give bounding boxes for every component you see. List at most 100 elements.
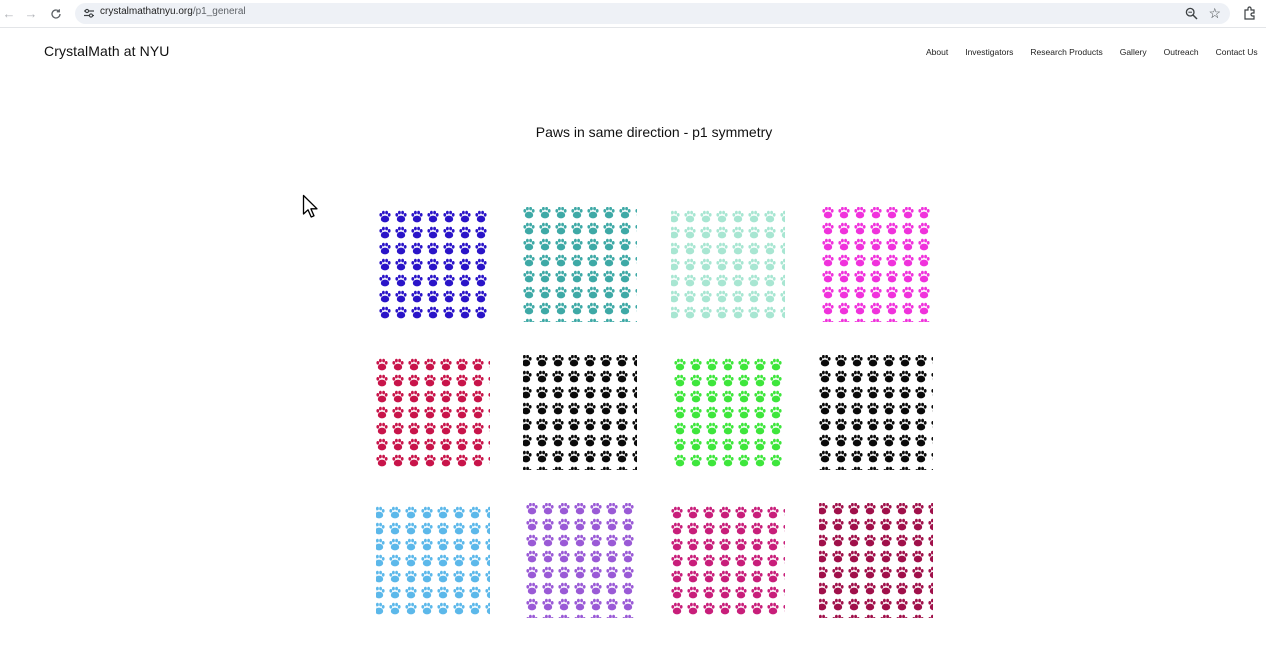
paw-print-icon xyxy=(558,534,570,547)
paw-pattern-tile[interactable] xyxy=(523,207,637,322)
paw-print-icon xyxy=(619,302,631,315)
paw-pattern-tile[interactable] xyxy=(671,355,785,470)
paw-print-icon xyxy=(854,254,866,267)
paw-print-icon xyxy=(671,554,683,567)
paw-print-icon xyxy=(671,586,683,599)
paw-print-icon xyxy=(854,238,866,251)
paw-print-icon xyxy=(619,318,631,322)
paw-pattern-tile[interactable] xyxy=(819,503,933,618)
paw-print-icon xyxy=(819,466,831,470)
paw-print-icon xyxy=(754,374,766,387)
paw-print-icon xyxy=(822,238,834,251)
paw-print-icon xyxy=(687,586,699,599)
paw-print-icon xyxy=(732,290,744,303)
paw-print-icon xyxy=(523,238,535,251)
paw-print-icon xyxy=(732,242,744,255)
paw-pattern-tile[interactable] xyxy=(523,355,637,470)
paw-print-icon xyxy=(912,598,924,611)
paw-print-icon xyxy=(867,450,879,463)
paw-pattern-tile[interactable] xyxy=(376,355,490,470)
paw-print-icon xyxy=(767,506,779,519)
nav-contact-us[interactable]: Contact Us xyxy=(1216,47,1258,57)
paw-print-icon xyxy=(568,418,580,431)
paw-print-icon xyxy=(526,566,538,579)
nav-about[interactable]: About xyxy=(926,47,948,57)
paw-print-icon xyxy=(899,402,911,415)
paw-print-icon xyxy=(687,554,699,567)
paw-print-icon xyxy=(912,534,924,547)
paw-print-icon xyxy=(539,254,551,267)
paw-print-icon xyxy=(767,570,779,583)
paw-print-icon xyxy=(389,570,401,583)
paw-print-icon xyxy=(389,554,401,567)
paw-pattern-tile[interactable] xyxy=(523,503,637,618)
paw-print-icon xyxy=(684,210,696,223)
paw-print-icon xyxy=(832,566,844,579)
paw-pattern-tile[interactable] xyxy=(376,207,490,322)
back-arrow-icon[interactable]: ← xyxy=(0,5,18,23)
paw-print-icon xyxy=(886,207,898,219)
paw-print-icon xyxy=(600,370,612,383)
paw-print-icon xyxy=(568,386,580,399)
paw-print-icon xyxy=(700,210,712,223)
extensions-icon[interactable] xyxy=(1243,6,1257,20)
paw-print-icon xyxy=(555,254,567,267)
paw-print-icon xyxy=(392,390,404,403)
reload-icon[interactable] xyxy=(47,5,65,23)
paw-pattern-tile[interactable] xyxy=(671,207,785,322)
zoom-icon[interactable] xyxy=(1185,7,1198,20)
paw-print-icon xyxy=(748,290,760,303)
paw-pattern-tile[interactable] xyxy=(819,355,933,470)
site-info-icon[interactable] xyxy=(83,7,95,19)
paw-print-icon xyxy=(440,358,452,371)
paw-print-icon xyxy=(764,290,776,303)
paw-print-icon xyxy=(437,538,449,551)
paw-print-icon xyxy=(456,358,468,371)
paw-print-icon xyxy=(716,290,728,303)
paw-print-icon xyxy=(880,503,892,515)
bookmark-star-icon[interactable]: ☆ xyxy=(1208,5,1221,21)
paw-print-icon xyxy=(783,541,785,549)
paw-print-icon xyxy=(883,370,895,383)
paw-print-icon xyxy=(587,207,599,219)
address-bar[interactable]: crystalmathatnyu.org/p1_general ☆ xyxy=(75,3,1230,24)
forward-arrow-icon[interactable]: → xyxy=(22,5,40,23)
paw-pattern-tile[interactable] xyxy=(819,207,933,322)
paw-print-icon xyxy=(886,270,898,283)
paw-print-icon xyxy=(523,318,535,322)
paw-print-icon xyxy=(427,274,439,287)
paw-print-icon xyxy=(880,550,892,563)
paw-print-icon xyxy=(558,598,570,611)
browser-toolbar: ← → crystalmathatnyu.org/p1_general ☆ xyxy=(0,0,1266,28)
paw-print-icon xyxy=(408,374,420,387)
paw-print-icon xyxy=(424,438,436,451)
paw-print-icon xyxy=(870,270,882,283)
paw-print-icon xyxy=(896,518,908,531)
paw-print-icon xyxy=(912,582,924,595)
paw-print-icon xyxy=(819,534,828,547)
paw-print-icon xyxy=(395,306,407,319)
paw-print-icon xyxy=(603,207,615,219)
paw-print-icon xyxy=(867,402,879,415)
paw-pattern-tile[interactable] xyxy=(671,503,785,618)
nav-investigators[interactable]: Investigators xyxy=(965,47,1013,57)
paw-print-icon xyxy=(411,210,423,223)
paw-print-icon xyxy=(767,602,779,615)
paw-print-icon xyxy=(832,503,844,515)
nav-outreach[interactable]: Outreach xyxy=(1164,47,1199,57)
paw-print-icon xyxy=(427,258,439,271)
paw-print-icon xyxy=(453,522,465,535)
paw-print-icon xyxy=(883,402,895,415)
paw-pattern-tile[interactable] xyxy=(376,503,490,618)
paw-print-icon xyxy=(584,434,596,447)
paw-print-icon xyxy=(568,466,580,470)
paw-print-icon xyxy=(485,538,490,551)
paw-print-icon xyxy=(886,222,898,235)
paw-print-icon xyxy=(864,598,876,611)
paw-print-icon xyxy=(732,258,744,271)
nav-gallery[interactable]: Gallery xyxy=(1120,47,1147,57)
paw-print-icon xyxy=(552,355,564,367)
paw-print-icon xyxy=(764,242,776,255)
site-title[interactable]: CrystalMath at NYU xyxy=(44,43,170,59)
nav-research-products[interactable]: Research Products xyxy=(1030,47,1102,57)
